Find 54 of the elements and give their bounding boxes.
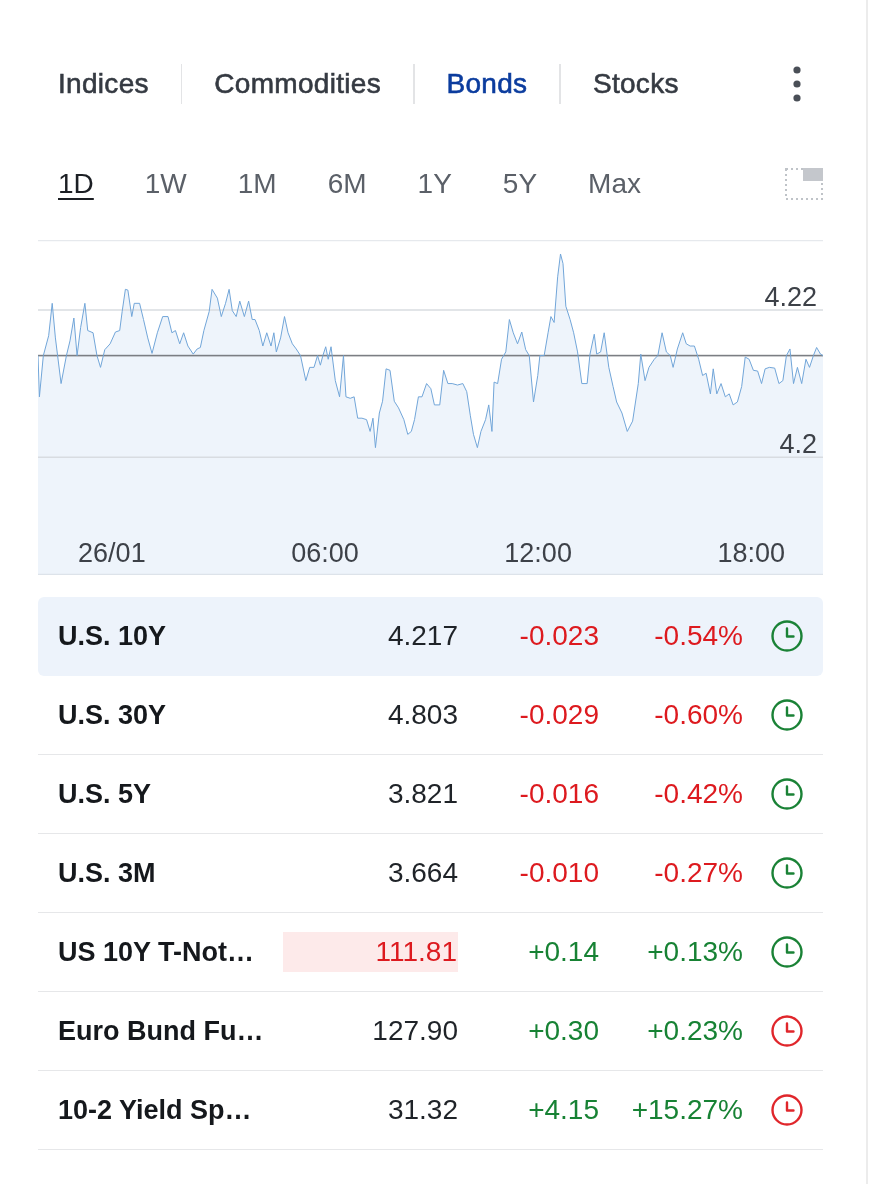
range-tab[interactable]: 1W	[144, 164, 187, 204]
range-tab[interactable]: 1D	[58, 164, 94, 204]
change-value: -0.029	[519, 699, 599, 730]
change-value: +0.30	[528, 1015, 599, 1046]
price: 3.821	[387, 778, 458, 809]
instrument-row[interactable]: U.S. 5Y 3.821 -0.016 -0.42%	[38, 755, 823, 834]
instrument-row[interactable]: U.S. 3M 3.664 -0.010 -0.27%	[38, 834, 823, 913]
dotted-square-icon[interactable]	[785, 168, 823, 200]
x-axis-label: 06:00	[291, 538, 359, 568]
change-percent: -0.60%	[654, 699, 743, 730]
change-percent: +0.13%	[647, 936, 743, 967]
range-tab[interactable]: Max	[588, 164, 641, 204]
change-percent: -0.42%	[654, 778, 743, 809]
range-tab[interactable]: 5Y	[502, 164, 538, 204]
price: 111.81	[283, 932, 458, 972]
instrument-name: U.S. 10Y	[58, 620, 167, 651]
x-axis-label: 12:00	[504, 538, 572, 568]
tab[interactable]: Bonds	[446, 64, 528, 104]
change-percent: +15.27%	[631, 1094, 743, 1125]
x-axis-label: 18:00	[717, 538, 786, 568]
instrument-name: US 10Y T-Not…	[58, 936, 255, 967]
price: 4.803	[387, 699, 458, 730]
change-value: +4.15	[528, 1094, 599, 1125]
range-tab[interactable]: 1Y	[417, 164, 452, 204]
instrument-row[interactable]: U.S. 30Y 4.803 -0.029 -0.60%	[38, 676, 823, 755]
y-axis-label: 4.22	[764, 281, 817, 312]
change-value: -0.010	[519, 857, 599, 888]
change-percent: +0.23%	[647, 1015, 743, 1046]
change-percent: -0.27%	[654, 857, 743, 888]
price: 4.217	[387, 620, 458, 651]
instrument-row[interactable]: Euro Bund Fu… 127.90 +0.30 +0.23%	[38, 992, 823, 1071]
range-tab[interactable]: 1M	[237, 164, 277, 204]
price: 31.32	[387, 1094, 458, 1125]
instrument-row[interactable]: U.S. 10Y 4.217 -0.023 -0.54%	[38, 597, 823, 676]
price: 127.90	[372, 1015, 458, 1046]
instrument-name: U.S. 30Y	[58, 699, 167, 730]
more-options-icon[interactable]	[793, 66, 801, 102]
instrument-row[interactable]: 10-2 Yield Sp… 31.32 +4.15 +15.27%	[38, 1071, 823, 1150]
range-tab[interactable]: 6M	[327, 164, 367, 204]
instrument-name: Euro Bund Fu…	[58, 1015, 264, 1046]
tab[interactable]: Stocks	[592, 64, 679, 104]
price: 3.664	[387, 857, 458, 888]
x-axis-label: 26/01	[78, 538, 146, 568]
instrument-name: 10-2 Yield Sp…	[58, 1094, 252, 1125]
change-percent: -0.54%	[654, 620, 743, 651]
tab[interactable]: Commodities	[214, 64, 381, 104]
instrument-name: U.S. 3M	[58, 857, 156, 888]
change-value: -0.023	[519, 620, 599, 651]
tab[interactable]: Indices	[58, 64, 149, 104]
instrument-row[interactable]: US 10Y T-Not… 111.81 +0.14 +0.13%	[38, 913, 823, 992]
change-value: -0.016	[519, 778, 599, 809]
y-axis-label: 4.2	[779, 429, 817, 460]
instrument-name: U.S. 5Y	[58, 778, 152, 809]
change-value: +0.14	[528, 936, 599, 967]
